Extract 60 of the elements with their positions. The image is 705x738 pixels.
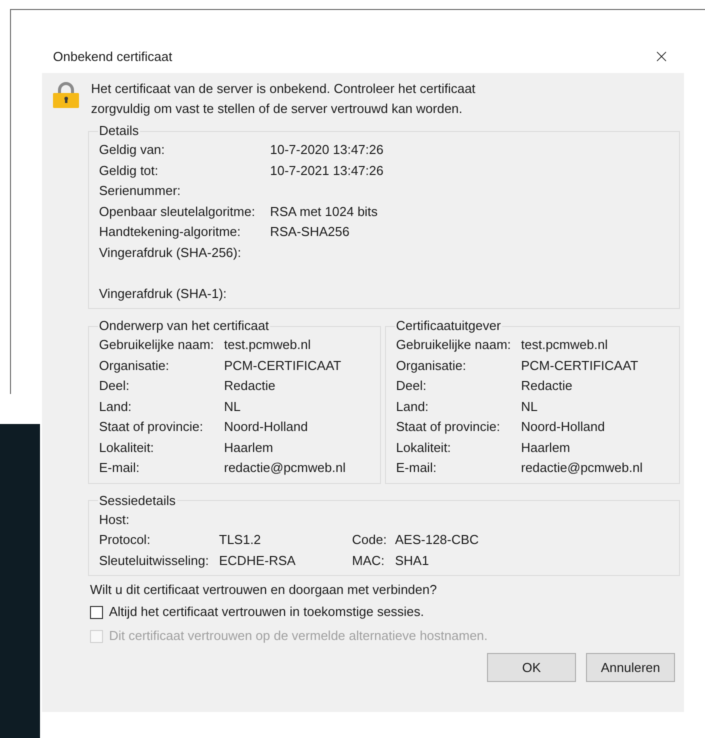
field-label: Staat of provincie: — [99, 418, 204, 436]
field-label: Gebruikelijke naam: — [396, 336, 512, 354]
window-title: Onbekend certificaat — [53, 48, 172, 66]
field-value: PCM-CERTIFICAAT — [521, 356, 638, 374]
field-value: test.pcmweb.nl — [224, 336, 311, 354]
group-title: Details — [98, 122, 140, 140]
field-value: Redactie — [521, 377, 572, 395]
field-value: NL — [224, 398, 241, 416]
field-label: Vingerafdruk (SHA-256): — [99, 244, 242, 262]
field-value: test.pcmweb.nl — [521, 336, 608, 354]
group-title: Sessiedetails — [98, 492, 177, 510]
padlock-icon — [51, 80, 81, 110]
field-label: Land: — [99, 398, 133, 416]
field-label: Geldig tot: — [99, 162, 160, 180]
group-title: Certificaatuitgever — [395, 317, 502, 335]
field-value: TLS1.2 — [219, 531, 262, 549]
field-value: Noord-Holland — [521, 418, 605, 436]
field-label: E-mail: — [396, 459, 438, 477]
field-label: MAC: — [352, 552, 386, 570]
field-label: Organisatie: — [396, 356, 468, 375]
field-value: PCM-CERTIFICAAT — [224, 356, 342, 374]
field-label: Handtekening-algoritme: — [99, 223, 242, 241]
question-text: Wilt u dit certificaat vertrouwen en doorgaan met verbinden? — [89, 581, 438, 599]
field-value: 10-7-2020 13:47:26 — [270, 141, 384, 159]
group-title: Onderwerp van het certificaat — [98, 317, 270, 335]
field-value: AES-128-CBC — [395, 531, 479, 549]
dialog-button[interactable]: Annuleren — [586, 653, 675, 682]
field-label: Deel: — [99, 377, 130, 395]
field-value: Noord-Holland — [224, 418, 308, 436]
field-value: ECDHE-RSA — [219, 552, 297, 570]
field-value: redactie@pcmweb.nl — [521, 459, 643, 477]
dialog-button[interactable]: OK — [487, 653, 576, 682]
field-value: RSA met 1024 bits — [270, 202, 378, 220]
field-label: Staat of provincie: — [396, 418, 502, 436]
field-value: NL — [521, 398, 538, 416]
field-label: Host: — [99, 510, 130, 528]
field-value: 10-7-2021 13:47:26 — [270, 162, 384, 180]
field-label: Deel: — [396, 377, 428, 395]
field-label: Sleuteluitwisseling: — [99, 552, 210, 570]
field-label: Vingerafdruk (SHA-1): — [99, 284, 228, 303]
field-label: Openbaar sleutelalgoritme: — [99, 202, 256, 221]
field-label: Lokaliteit: — [99, 438, 155, 456]
field-label: Gebruikelijke naam: — [99, 336, 215, 354]
field-label: Land: — [396, 398, 430, 416]
field-label: Organisatie: — [99, 356, 170, 375]
field-label: Code: — [352, 531, 388, 549]
field-value: Haarlem — [224, 438, 274, 456]
message-text: Het certificaat van de server is onbekend. Controleer het certificaat zorgvuldig om vast te stellen of de server vertrouwd kan worden. — [91, 80, 476, 118]
field-value: redactie@pcmweb.nl — [224, 459, 346, 477]
field-label: Lokaliteit: — [396, 438, 452, 456]
field-label: Serienummer: — [99, 182, 182, 200]
checkbox[interactable] — [90, 606, 103, 618]
field-value: Redactie — [224, 377, 276, 395]
field-label: Protocol: — [99, 531, 152, 549]
field-label: E-mail: — [99, 459, 140, 477]
checkbox-option[interactable]: Altijd het certificaat vertrouwen in toekomstige sessies. — [88, 600, 680, 624]
field-value: Haarlem — [521, 438, 570, 456]
field-value: SHA1 — [395, 552, 429, 570]
field-value: RSA-SHA256 — [270, 223, 350, 241]
field-label: Geldig van: — [99, 141, 166, 159]
